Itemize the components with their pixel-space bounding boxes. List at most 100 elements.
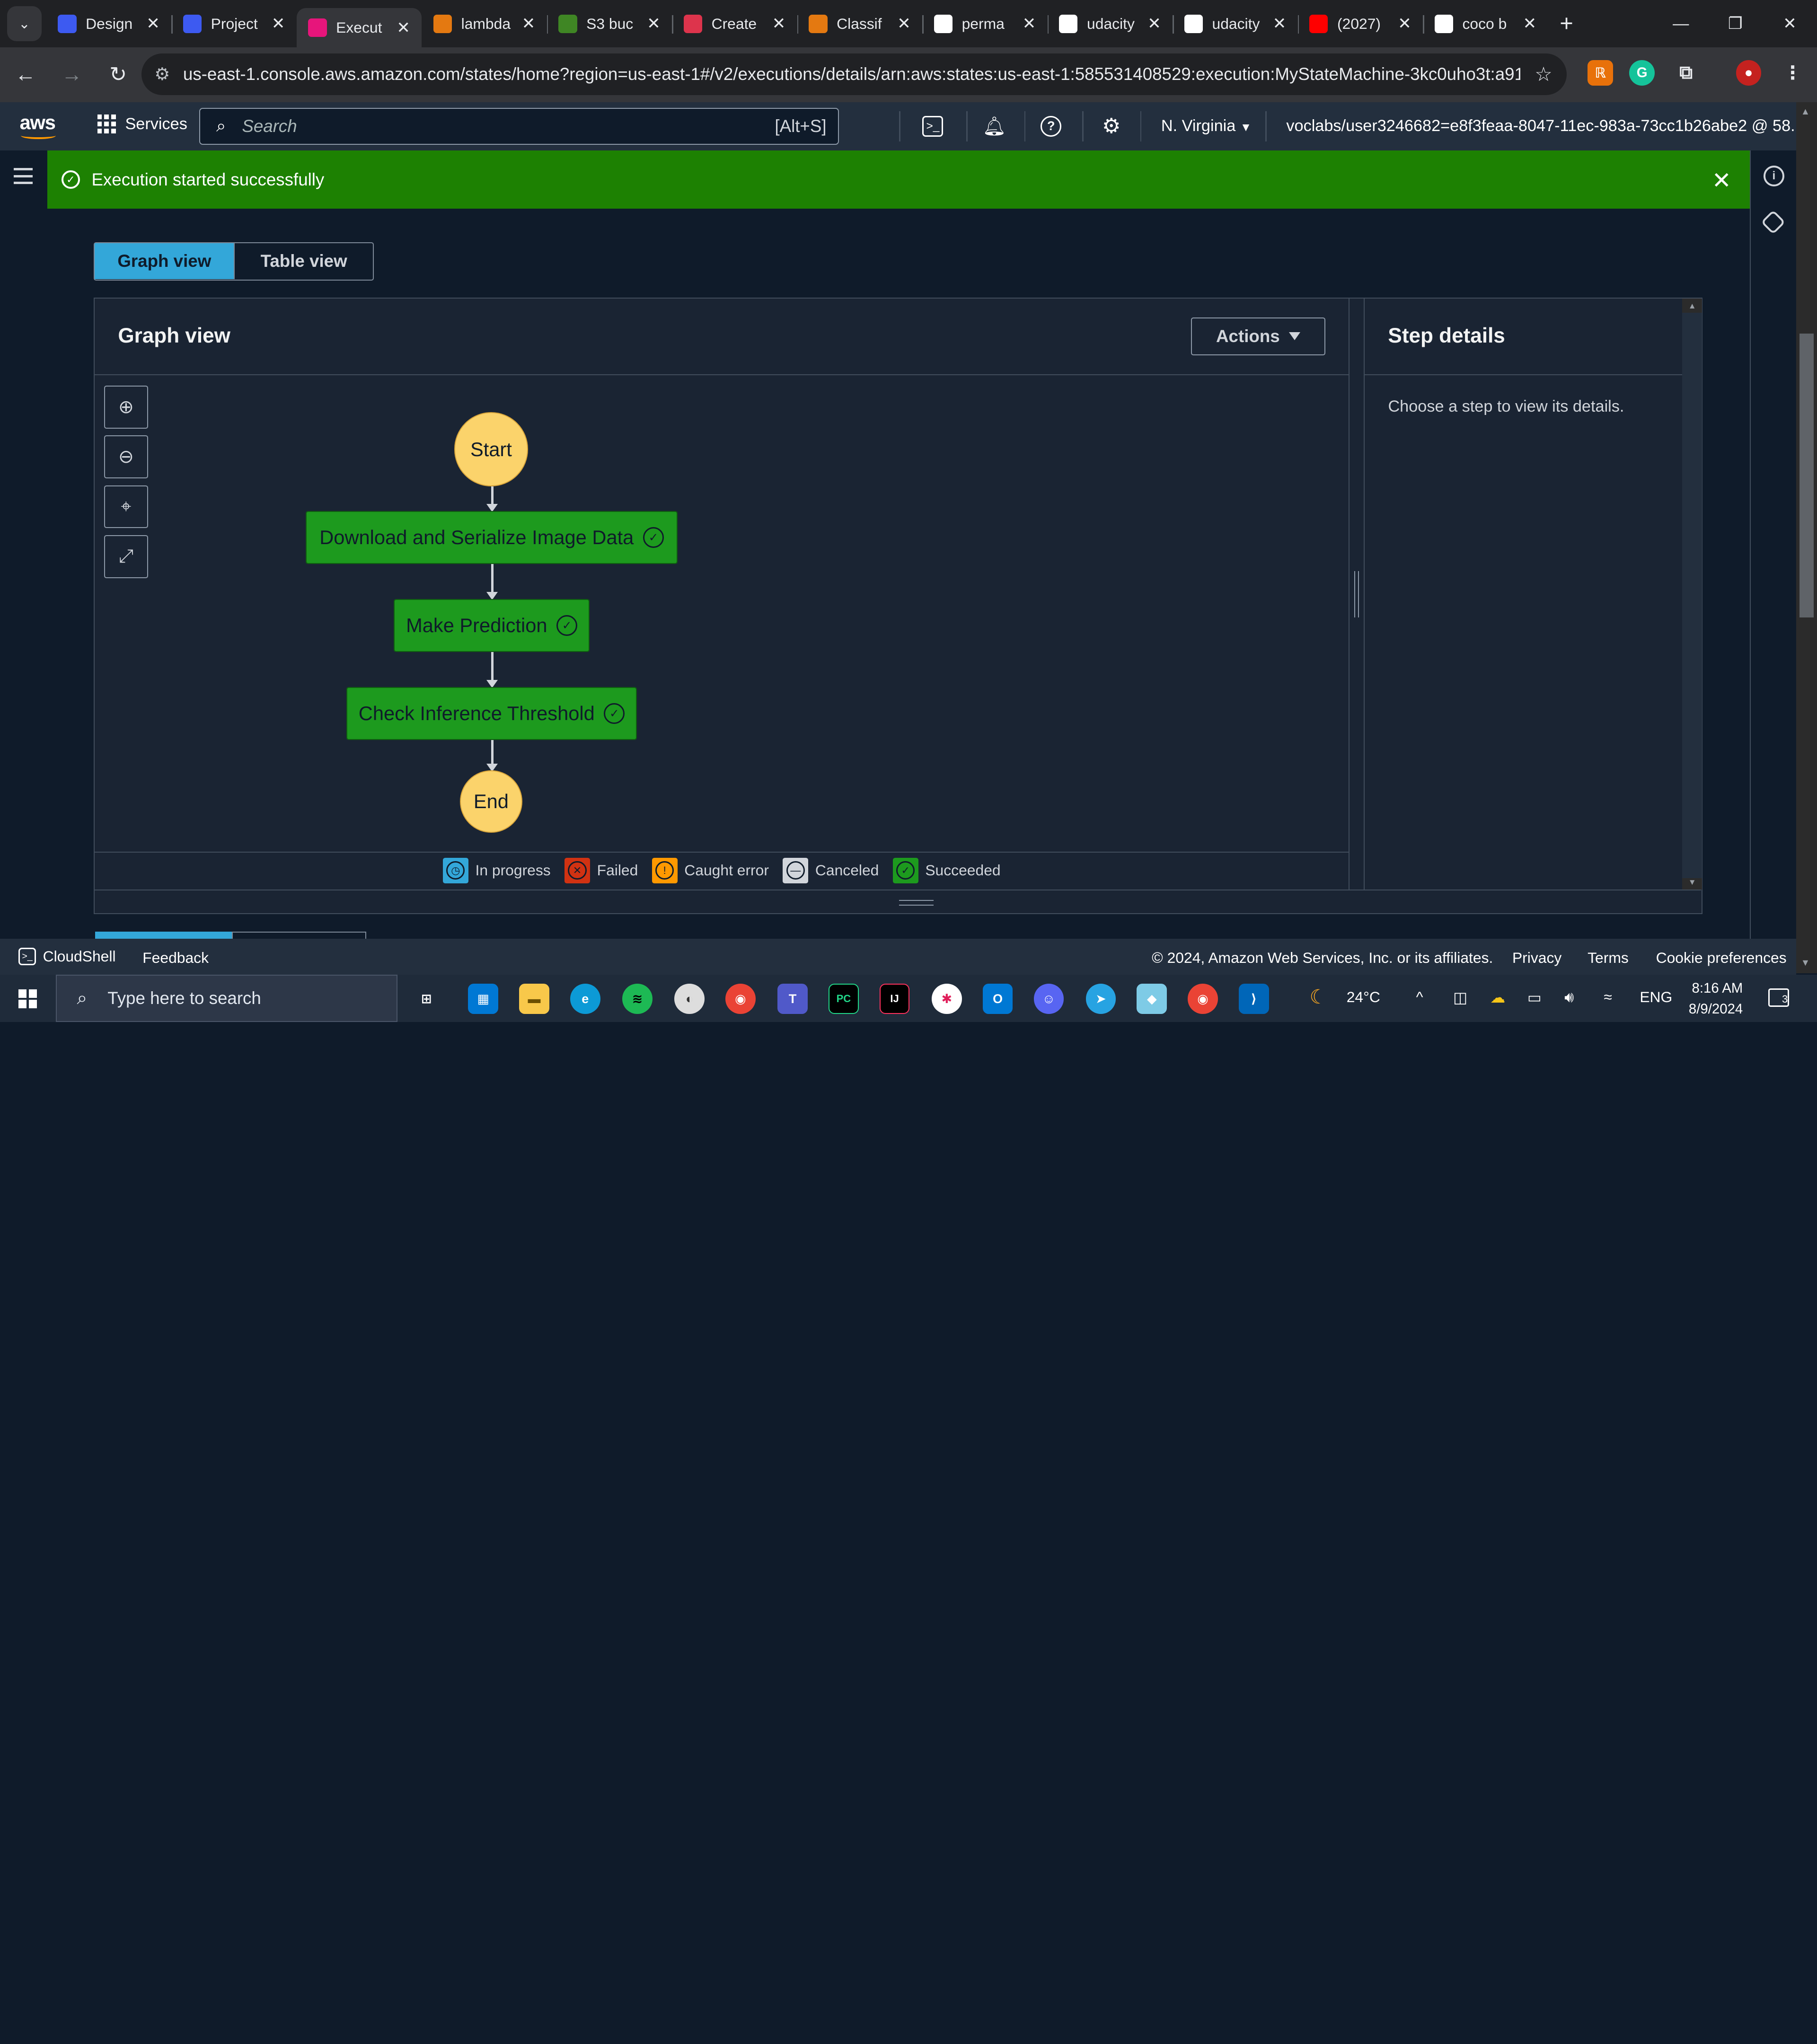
graph-view-tab[interactable]: Graph view: [95, 243, 234, 279]
browser-tab[interactable]: Execut ✕: [296, 8, 422, 48]
browser-tab[interactable]: (2027) ✕: [1297, 0, 1423, 47]
close-tab-icon[interactable]: ✕: [772, 14, 786, 33]
aws-logo[interactable]: aws: [20, 111, 56, 139]
cookie-preferences-link[interactable]: Cookie preferences: [1656, 949, 1787, 967]
cloudshell-button[interactable]: >_ CloudShell: [18, 948, 116, 966]
onedrive-icon[interactable]: ☁: [1490, 988, 1505, 1006]
telegram-icon[interactable]: ➤: [1085, 984, 1116, 1014]
scroll-down-arrow[interactable]: ▼: [1801, 958, 1810, 969]
weather-temp[interactable]: 24°C: [1347, 988, 1380, 1006]
start-node[interactable]: Start: [454, 412, 529, 487]
browser-tab[interactable]: coco b ✕: [1423, 0, 1548, 47]
close-tab-icon[interactable]: ✕: [397, 18, 410, 37]
page-scrollbar[interactable]: ▲ ▼: [1796, 102, 1817, 974]
gear-icon[interactable]: ⚙: [1099, 114, 1124, 139]
step-details-scrollbar[interactable]: ▲ ▼: [1682, 299, 1702, 890]
tab-search-button[interactable]: ⌄: [7, 6, 42, 41]
bell-icon[interactable]: 🔔︎: [981, 114, 1007, 139]
site-info-icon[interactable]: ⚙: [141, 64, 183, 84]
browser-tab[interactable]: udacity ✕: [1047, 0, 1173, 47]
wifi-icon[interactable]: ≈: [1604, 988, 1612, 1006]
zoom-out-button[interactable]: ⊖: [104, 435, 148, 478]
outlook-icon[interactable]: O: [982, 984, 1013, 1014]
chrome-icon[interactable]: ◉: [1188, 984, 1218, 1014]
browser-tab[interactable]: Project ✕: [171, 0, 296, 47]
browser-tab[interactable]: Classif ✕: [797, 0, 922, 47]
system-clock[interactable]: 8:16 AM 8/9/2024: [1678, 978, 1743, 1020]
battery-icon[interactable]: ▭: [1527, 988, 1542, 1006]
close-tab-icon[interactable]: ✕: [272, 14, 285, 33]
zoom-in-button[interactable]: ⊕: [104, 386, 148, 429]
url-bar[interactable]: ⚙ us-east-1.console.aws.amazon.com/state…: [141, 53, 1567, 95]
privacy-link[interactable]: Privacy: [1512, 949, 1561, 967]
services-menu-button[interactable]: Services: [97, 115, 187, 133]
account-menu[interactable]: voclabs/user3246682=e8f3feaa-8047-11ec-9…: [1286, 117, 1817, 135]
chevron-up-icon[interactable]: ^: [1416, 988, 1423, 1006]
close-tab-icon[interactable]: ✕: [1398, 14, 1411, 33]
close-tab-icon[interactable]: ✕: [1023, 14, 1036, 33]
back-button[interactable]: ←: [5, 54, 46, 96]
grammarly-icon[interactable]: G: [1629, 60, 1655, 86]
pycharm-icon[interactable]: PC: [829, 984, 859, 1014]
browser-menu-icon[interactable]: ⋮: [1780, 60, 1806, 86]
meet-icon[interactable]: ◫: [1453, 988, 1467, 1006]
close-tab-icon[interactable]: ✕: [1273, 14, 1287, 33]
file-explorer-icon[interactable]: ▬: [519, 984, 549, 1014]
end-node[interactable]: End: [459, 770, 523, 833]
terms-link[interactable]: Terms: [1588, 949, 1629, 967]
profile-avatar[interactable]: ●: [1736, 60, 1762, 86]
spotify-icon[interactable]: ≋: [622, 984, 653, 1014]
info-icon[interactable]: i: [1763, 166, 1784, 187]
state-check-inference-threshold[interactable]: Check Inference Threshold ✓: [346, 687, 637, 740]
panel-splitter[interactable]: [1349, 299, 1365, 890]
table-view-tab[interactable]: Table view: [234, 243, 373, 279]
app-icon[interactable]: ◆: [1137, 984, 1167, 1014]
browser-tab[interactable]: S3 buc ✕: [547, 0, 672, 47]
close-tab-icon[interactable]: ✕: [1147, 14, 1161, 33]
taskbar-search-input[interactable]: ⌕ Type here to search: [55, 974, 397, 1022]
minimize-button[interactable]: —: [1654, 0, 1708, 47]
forward-button[interactable]: →: [51, 54, 93, 96]
url-text[interactable]: us-east-1.console.aws.amazon.com/states/…: [183, 64, 1520, 84]
graph-canvas[interactable]: ⊕ ⊖ ⌖ ⤢ Start Download and Serialize Ima…: [95, 376, 1349, 852]
close-tab-icon[interactable]: ✕: [647, 14, 661, 33]
panel-resize-handle[interactable]: [95, 890, 1701, 913]
windows-start-icon[interactable]: [18, 989, 37, 1008]
new-tab-button[interactable]: +: [1560, 10, 1573, 37]
bookmark-star-icon[interactable]: ☆: [1520, 62, 1567, 86]
close-tab-icon[interactable]: ✕: [522, 14, 536, 33]
scroll-down-arrow[interactable]: ▼: [1688, 877, 1696, 887]
scroll-up-arrow[interactable]: ▲: [1801, 106, 1810, 117]
close-window-button[interactable]: ✕: [1763, 0, 1817, 47]
close-tab-icon[interactable]: ✕: [897, 14, 911, 33]
hamburger-menu-icon[interactable]: [14, 168, 33, 189]
task-view-icon[interactable]: ⊞: [411, 984, 441, 1014]
fullscreen-button[interactable]: ⤢: [104, 535, 148, 578]
close-icon[interactable]: ✕: [1712, 167, 1731, 194]
browser-tab[interactable]: lambda ✕: [422, 0, 547, 47]
reload-button[interactable]: ↻: [97, 54, 139, 96]
region-selector[interactable]: N. Virginia ▼: [1161, 117, 1252, 135]
moon-icon[interactable]: ☾: [1309, 985, 1327, 1008]
cloudshell-icon[interactable]: >_: [922, 115, 944, 137]
browser-tab[interactable]: perma ✕: [922, 0, 1047, 47]
scroll-up-arrow[interactable]: ▲: [1688, 301, 1696, 311]
browser-tab[interactable]: Design ✕: [46, 0, 171, 47]
actions-dropdown-button[interactable]: Actions: [1191, 317, 1326, 356]
feedback-hex-icon[interactable]: [1761, 209, 1786, 234]
app-icon[interactable]: ◐: [674, 984, 705, 1014]
puzzle-extensions-icon[interactable]: ⧉: [1673, 60, 1699, 86]
volume-icon[interactable]: 🔊︎: [1564, 988, 1574, 1006]
state-download-serialize[interactable]: Download and Serialize Image Data ✓: [306, 511, 678, 564]
language-indicator[interactable]: ENG: [1640, 988, 1672, 1006]
close-tab-icon[interactable]: ✕: [146, 14, 160, 33]
microsoft-store-icon[interactable]: ▦: [468, 984, 499, 1014]
center-graph-button[interactable]: ⌖: [104, 485, 148, 529]
help-icon[interactable]: ?: [1041, 115, 1062, 137]
feedback-link[interactable]: Feedback: [142, 949, 209, 967]
extension-icon[interactable]: ℝ: [1588, 60, 1613, 86]
restore-button[interactable]: ❐: [1708, 0, 1763, 47]
vscode-icon[interactable]: ⟩: [1238, 984, 1269, 1014]
scrollbar-thumb[interactable]: [1799, 334, 1814, 618]
edge-icon[interactable]: e: [570, 984, 600, 1014]
